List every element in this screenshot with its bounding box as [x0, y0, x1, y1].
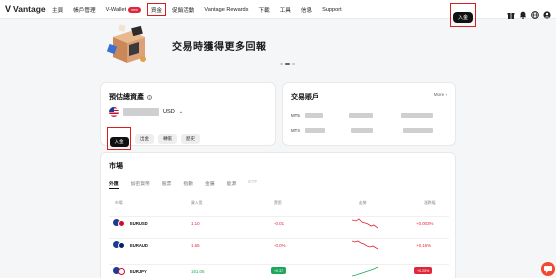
market-card: 市場 外匯 加密貨幣 股票 指數 金屬 能源 ETF 市場 買入價 賣價 走勢 … [100, 152, 456, 278]
assets-title: 預估總資產 i [109, 92, 152, 102]
trading-accounts-card: 交易賬戶 More › MT5 MT4 [282, 82, 456, 146]
tab-forex[interactable]: 外匯 [109, 180, 119, 189]
vantage-logo[interactable]: V Vantage [5, 4, 46, 14]
globe-icon[interactable] [531, 11, 539, 19]
gift-icon[interactable] [507, 11, 515, 19]
change-percent: +0.16% [416, 243, 432, 248]
market-tabs: 外匯 加密貨幣 股票 指數 金屬 能源 ETF [109, 180, 257, 189]
eur-jpy-flags-icon [113, 267, 126, 275]
column-header-ask: 賣價 [274, 201, 282, 205]
column-header-change-pct: 漲跌幅 [424, 201, 436, 205]
currency-label: USD [163, 109, 175, 115]
nav-item-vwallet[interactable]: V-Wallet new [106, 3, 141, 16]
carousel-dot-active[interactable] [285, 63, 290, 65]
bid-price: 1.65 [191, 243, 200, 248]
column-header-market: 市場 [115, 201, 123, 205]
eur-usd-flags-icon [113, 219, 126, 227]
pair-symbol: EURJPY [130, 269, 147, 274]
tab-energy[interactable]: 能源 [227, 180, 237, 189]
banner-headline: 交易時獲得更多回報 [172, 42, 267, 53]
gift-boxes-illustration [105, 23, 151, 67]
new-badge: new [128, 6, 141, 13]
chat-support-icon[interactable] [541, 262, 555, 276]
chevron-right-icon: › [445, 92, 447, 97]
info-icon[interactable]: i [147, 94, 152, 100]
eur-aud-flags-icon [113, 241, 126, 249]
pair-symbol: EURUSD [130, 221, 148, 226]
nav-item-vwallet-label: V-Wallet [105, 6, 127, 13]
market-row-eurusd[interactable]: EURUSD 1.10 -0.01 +0.003% [109, 216, 449, 230]
nav-item-tools[interactable]: 工具 [280, 3, 291, 16]
nav-item-promotions[interactable]: 促銷活動 [172, 3, 194, 16]
market-row-euraud[interactable]: EURAUD 1.65 -0.0% +0.16% [109, 238, 449, 252]
bid-price: 1.10 [191, 221, 200, 226]
tab-indices[interactable]: 指數 [183, 180, 193, 189]
column-header-trend: 走勢 [359, 201, 367, 205]
tab-metals[interactable]: 金屬 [205, 180, 215, 189]
main-nav: 主頁 帳戶管理 V-Wallet new 資金 促銷活動 Vantage Rew… [52, 0, 352, 19]
account-platform: MT5 [291, 113, 300, 118]
assets-title-text: 預估總資產 [109, 94, 144, 101]
bell-icon[interactable] [519, 11, 527, 19]
nav-item-download[interactable]: 下載 [258, 3, 269, 16]
assets-action-buttons: 入金 出金 轉帳 歷史 [107, 127, 200, 150]
more-link-label: More [433, 92, 445, 97]
carousel-dot[interactable] [292, 63, 295, 65]
assets-balance-row: USD ⌄ [109, 107, 183, 117]
transfer-button[interactable]: 轉帳 [158, 133, 177, 144]
nav-item-home[interactable]: 主頁 [52, 3, 63, 16]
account-balance-obscured [402, 128, 433, 133]
nav-item-support[interactable]: Support [322, 3, 342, 16]
top-navbar: V Vantage 主頁 帳戶管理 V-Wallet new 資金 促銷活動 V… [0, 0, 556, 27]
trend-sparkline [351, 240, 379, 252]
account-row-mt5[interactable]: MT5 [291, 113, 433, 118]
top-right-actions: 入金 [449, 3, 551, 27]
tab-stocks[interactable]: 股票 [162, 180, 172, 189]
account-detail-obscured [350, 128, 373, 133]
trend-sparkline [351, 266, 379, 278]
account-balance-obscured [400, 113, 433, 118]
trend-sparkline [351, 218, 379, 230]
chevron-down-icon[interactable]: ⌄ [179, 109, 183, 115]
withdraw-button[interactable]: 出金 [135, 133, 154, 144]
price-change: -0.0% [274, 243, 286, 248]
account-number-obscured [304, 113, 323, 118]
deposit-highlight: 入金 [107, 127, 131, 150]
vantage-logo-mark-icon: V [5, 4, 12, 14]
market-title: 市場 [109, 163, 123, 170]
balance-value-obscured [123, 108, 159, 116]
pair-symbol: EURAUD [130, 243, 148, 248]
vantage-logo-text: Vantage [13, 4, 46, 14]
account-platform: MT4 [291, 128, 300, 133]
nav-item-account[interactable]: 帳戶管理 [73, 3, 95, 16]
user-icon[interactable] [543, 11, 551, 19]
carousel-dot[interactable] [280, 63, 283, 65]
bid-price: 161.06 [191, 269, 205, 274]
change-percent-pill: +0.25% [414, 267, 433, 274]
promo-banner[interactable]: 交易時獲得更多回報 [100, 19, 456, 73]
price-change-pill: +0.37 [271, 267, 287, 274]
account-number-obscured [304, 128, 325, 133]
change-percent: +0.003% [416, 221, 434, 226]
more-link[interactable]: More › [434, 92, 447, 97]
price-change: -0.01 [274, 221, 285, 226]
account-detail-obscured [348, 113, 373, 118]
nav-item-funds[interactable]: 資金 [146, 3, 167, 16]
tab-crypto[interactable]: 加密貨幣 [131, 180, 150, 189]
deposit-button[interactable]: 入金 [109, 136, 129, 147]
accounts-title: 交易賬戶 [291, 94, 319, 101]
history-button[interactable]: 歷史 [181, 133, 200, 144]
banner-carousel-dots [280, 63, 295, 65]
nav-item-info[interactable]: 信息 [301, 3, 312, 16]
column-header-bid: 買入價 [191, 201, 203, 205]
market-table-header: 市場 買入價 賣價 走勢 漲跌幅 [109, 201, 449, 207]
tab-etf[interactable]: ETF [248, 180, 257, 189]
nav-item-rewards[interactable]: Vantage Rewards [204, 3, 248, 16]
account-row-mt4[interactable]: MT4 [291, 128, 433, 133]
market-row-eurjpy[interactable]: EURJPY 161.06 +0.37 +0.25% [109, 264, 449, 278]
estimated-assets-card: 預估總資產 i USD ⌄ 入金 出金 轉帳 歷史 [100, 82, 276, 150]
us-flag-icon [109, 107, 119, 117]
